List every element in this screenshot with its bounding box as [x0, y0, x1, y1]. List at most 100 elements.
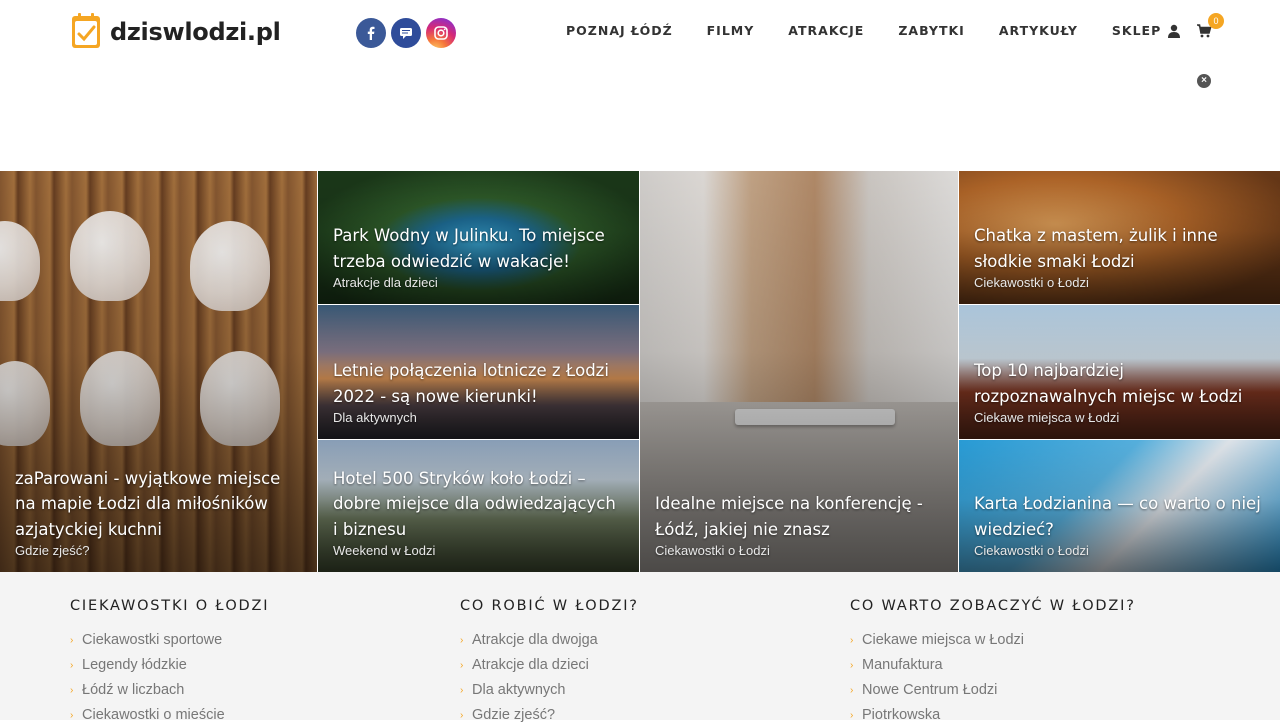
- facebook-link[interactable]: [356, 18, 386, 48]
- footer-link-label: Atrakcje dla dzieci: [472, 657, 589, 673]
- footer-link-label: Manufaktura: [862, 657, 943, 673]
- footer-link[interactable]: › Atrakcje dla dzieci: [460, 653, 639, 678]
- article-tile-chatka-z-mastem[interactable]: Chatka z mastem, żulik i inne słodkie sm…: [959, 171, 1280, 304]
- article-category[interactable]: Gdzie zjeść?: [15, 543, 303, 558]
- tile-caption: Idealne miejsce na konferencję - Łódź, j…: [655, 491, 944, 558]
- article-title[interactable]: Karta Łodzianina — co warto o niej wiedz…: [974, 491, 1266, 542]
- article-title[interactable]: Chatka z mastem, żulik i inne słodkie sm…: [974, 223, 1266, 274]
- article-tile-park-wodny[interactable]: Park Wodny w Julinku. To miejsce trzeba …: [318, 171, 639, 304]
- footer-link[interactable]: › Ciekawe miejsca w Łodzi: [850, 628, 1136, 653]
- footer-link[interactable]: › Ciekawostki o mieście: [70, 703, 269, 728]
- chevron-right-icon: ›: [850, 685, 854, 696]
- article-tile-hotel-500[interactable]: Hotel 500 Stryków koło Łodzi – dobre mie…: [318, 440, 639, 572]
- footer-column-ciekawostki: CIEKAWOSTKI O ŁODZI › Ciekawostki sportow…: [70, 598, 269, 728]
- chevron-right-icon: ›: [460, 710, 464, 721]
- tile-caption: Park Wodny w Julinku. To miejsce trzeba …: [333, 223, 625, 290]
- footer-link[interactable]: › Dla aktywnych: [460, 678, 639, 703]
- nav-item-artykuly[interactable]: ARTYKUŁY: [999, 23, 1078, 38]
- footer-link[interactable]: › Manufaktura: [850, 653, 1136, 678]
- user-icon[interactable]: [1166, 23, 1182, 39]
- facebook-icon: [367, 26, 375, 40]
- chevron-right-icon: ›: [850, 660, 854, 671]
- chevron-right-icon: ›: [850, 710, 854, 721]
- footer-link-label: Nowe Centrum Łodzi: [862, 682, 998, 698]
- article-title[interactable]: Top 10 najbardziej rozpoznawalnych miejs…: [974, 358, 1266, 409]
- chevron-right-icon: ›: [70, 635, 74, 646]
- chevron-right-icon: ›: [70, 660, 74, 671]
- footer-links: › Ciekawostki sportowe › Legendy łódzkie ›…: [70, 628, 269, 728]
- chevron-right-icon: ›: [460, 635, 464, 646]
- footer-link-label: Legendy łódzkie: [82, 657, 187, 673]
- nav-item-poznaj-lodz[interactable]: POZNAJ ŁÓDŹ: [566, 23, 673, 38]
- tile-caption: Hotel 500 Stryków koło Łodzi – dobre mie…: [333, 466, 625, 559]
- footer-heading: CO WARTO ZOBACZYĆ W ŁODZI?: [850, 598, 1136, 614]
- chevron-right-icon: ›: [70, 685, 74, 696]
- footer-link[interactable]: › Legendy łódzkie: [70, 653, 269, 678]
- cart-count-badge: 0: [1208, 13, 1224, 29]
- footer: CIEKAWOSTKI O ŁODZI › Ciekawostki sportow…: [0, 572, 1280, 723]
- nav-item-sklep[interactable]: SKLEP: [1112, 23, 1161, 38]
- footer-link-label: Dla aktywnych: [472, 682, 566, 698]
- tile-caption: zaParowani - wyjątkowe miejsce na mapie …: [15, 466, 303, 559]
- featured-articles-grid: zaParowani - wyjątkowe miejsce na mapie …: [0, 171, 1280, 572]
- article-title[interactable]: Letnie połączenia lotnicze z Łodzi 2022 …: [333, 358, 625, 409]
- footer-link-label: Łódź w liczbach: [82, 682, 185, 698]
- article-category[interactable]: Weekend w Łodzi: [333, 543, 625, 558]
- footer-column-co-robic: CO ROBIĆ W ŁODZI? › Atrakcje dla dwojga ›…: [460, 598, 639, 728]
- tile-caption: Chatka z mastem, żulik i inne słodkie sm…: [974, 223, 1266, 290]
- footer-heading: CIEKAWOSTKI O ŁODZI: [70, 598, 270, 614]
- article-tile-top-10[interactable]: Top 10 najbardziej rozpoznawalnych miejs…: [959, 305, 1280, 439]
- footer-link-label: Atrakcje dla dwojga: [472, 632, 598, 648]
- footer-link-label: Ciekawostki sportowe: [82, 632, 223, 648]
- tile-caption: Karta Łodzianina — co warto o niej wiedz…: [974, 491, 1266, 558]
- chevron-right-icon: ›: [460, 685, 464, 696]
- nav-item-filmy[interactable]: FILMY: [707, 23, 755, 38]
- footer-link[interactable]: › Gdzie zjeść?: [460, 703, 639, 728]
- messenger-link[interactable]: [391, 18, 421, 48]
- footer-column-co-zobaczyc: CO WARTO ZOBACZYĆ W ŁODZI? › Ciekawe miej…: [850, 598, 1136, 728]
- site-header: dziswlodzi.pl POZNAJ ŁÓDŹ FILMY ATRAKCJE…: [0, 0, 1280, 170]
- chevron-right-icon: ›: [70, 710, 74, 721]
- article-title[interactable]: Park Wodny w Julinku. To miejsce trzeba …: [333, 223, 625, 274]
- article-category[interactable]: Ciekawostki o Łodzi: [974, 275, 1266, 290]
- footer-link-label: Piotrkowska: [862, 707, 941, 723]
- footer-link[interactable]: › Ciekawostki sportowe: [70, 628, 269, 653]
- article-title[interactable]: Idealne miejsce na konferencję - Łódź, j…: [655, 491, 944, 542]
- article-tile-karta-lodzianina[interactable]: Karta Łodzianina — co warto o niej wiedz…: [959, 440, 1280, 572]
- article-category[interactable]: Ciekawostki o Łodzi: [655, 543, 944, 558]
- article-tile-polaczenia-lotnicze[interactable]: Letnie połączenia lotnicze z Łodzi 2022 …: [318, 305, 639, 439]
- nav-item-zabytki[interactable]: ZABYTKI: [898, 23, 965, 38]
- tile-caption: Top 10 najbardziej rozpoznawalnych miejs…: [974, 358, 1266, 425]
- tile-caption: Letnie połączenia lotnicze z Łodzi 2022 …: [333, 358, 625, 425]
- footer-links: › Ciekawe miejsca w Łodzi › Manufaktura › N…: [850, 628, 1136, 728]
- footer-link[interactable]: › Nowe Centrum Łodzi: [850, 678, 1136, 703]
- site-logo[interactable]: dziswlodzi.pl: [70, 12, 281, 52]
- footer-link-label: Ciekawe miejsca w Łodzi: [862, 632, 1024, 648]
- instagram-icon: [434, 26, 448, 40]
- social-links: [356, 18, 456, 48]
- footer-heading: CO ROBIĆ W ŁODZI?: [460, 598, 639, 614]
- nav-item-atrakcje[interactable]: ATRAKCJE: [788, 23, 864, 38]
- close-icon[interactable]: ×: [1197, 74, 1211, 88]
- article-category[interactable]: Ciekawostki o Łodzi: [974, 543, 1266, 558]
- chevron-right-icon: ›: [850, 635, 854, 646]
- footer-link-label: Ciekawostki o mieście: [82, 707, 225, 723]
- article-category[interactable]: Atrakcje dla dzieci: [333, 275, 625, 290]
- logo-icon: [72, 13, 100, 48]
- article-tile-konferencja[interactable]: Idealne miejsce na konferencję - Łódź, j…: [640, 171, 958, 572]
- footer-link[interactable]: › Atrakcje dla dwojga: [460, 628, 639, 653]
- messenger-icon: [400, 28, 412, 39]
- article-title[interactable]: zaParowani - wyjątkowe miejsce na mapie …: [15, 466, 303, 543]
- instagram-link[interactable]: [426, 18, 456, 48]
- article-category[interactable]: Dla aktywnych: [333, 410, 625, 425]
- main-nav: POZNAJ ŁÓDŹ FILMY ATRAKCJE ZABYTKI ARTYK…: [566, 23, 1195, 38]
- footer-link[interactable]: › Łódź w liczbach: [70, 678, 269, 703]
- footer-links: › Atrakcje dla dwojga › Atrakcje dla dziec…: [460, 628, 639, 728]
- article-tile-zaparowani[interactable]: zaParowani - wyjątkowe miejsce na mapie …: [0, 171, 317, 572]
- chevron-right-icon: ›: [460, 660, 464, 671]
- article-category[interactable]: Ciekawe miejsca w Łodzi: [974, 410, 1266, 425]
- logo-text: dziswlodzi.pl: [110, 18, 281, 46]
- article-title[interactable]: Hotel 500 Stryków koło Łodzi – dobre mie…: [333, 466, 625, 543]
- footer-link[interactable]: › Piotrkowska: [850, 703, 1136, 728]
- footer-link-label: Gdzie zjeść?: [472, 707, 556, 723]
